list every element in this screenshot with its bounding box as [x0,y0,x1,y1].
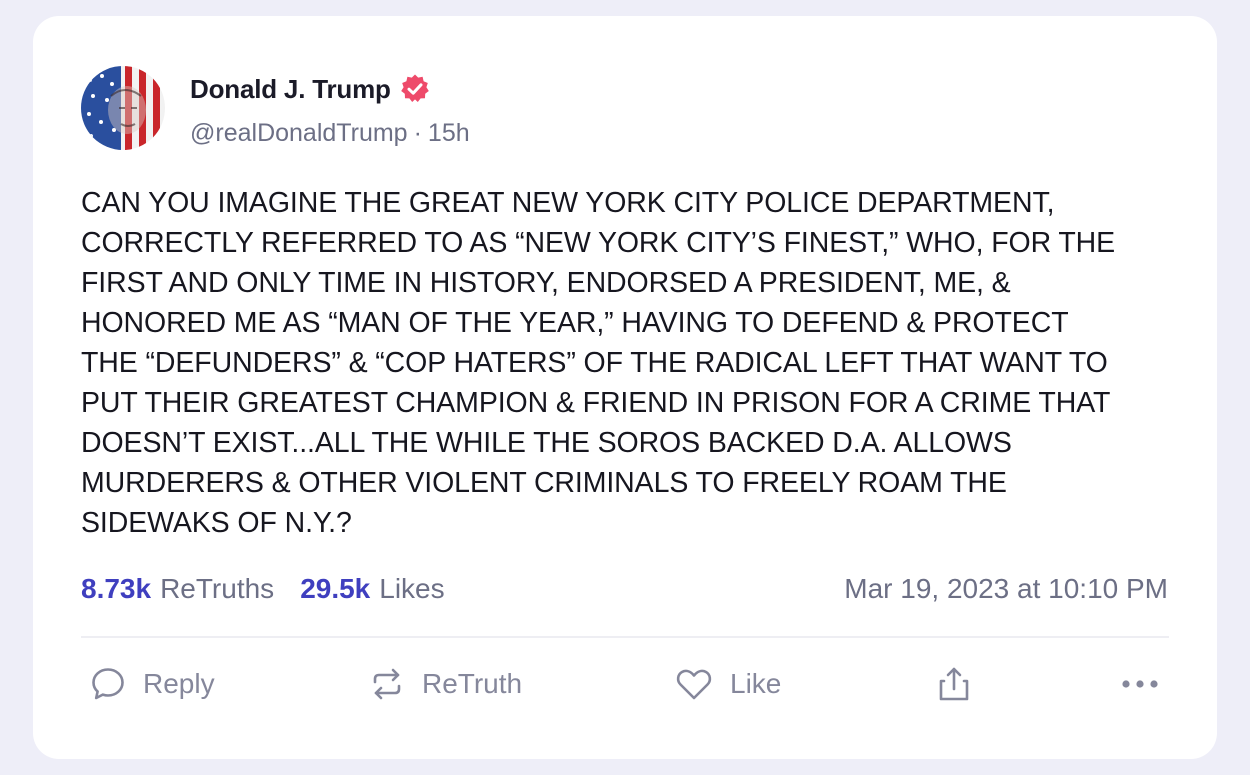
speech-bubble-icon [89,665,127,703]
post-stats: 8.73k ReTruths 29.5k Likes [81,571,445,607]
post-text-line: HONORED ME AS “MAN OF THE YEAR,” HAVING … [81,307,1069,339]
post-time-ago[interactable]: 15h [428,119,470,148]
post-text-line: THE “DEFUNDERS” & “COP HATERS” OF THE RA… [81,347,1108,379]
likes-count-value: 29.5k [300,573,371,604]
avatar-image [81,66,165,150]
post-body: CAN YOU IMAGINE THE GREAT NEW YORK CITY … [81,183,1191,543]
post-text-line: PUT THEIR GREATEST CHAMPION & FRIEND IN … [81,387,1111,419]
avatar[interactable] [81,66,165,150]
verified-badge-icon [399,73,431,105]
likes-count[interactable]: 29.5k Likes [300,573,444,605]
like-button[interactable]: Like [674,664,781,704]
post-timestamp[interactable]: Mar 19, 2023 at 10:10 PM [844,571,1168,607]
reply-label: Reply [143,668,215,699]
retruth-button[interactable]: ReTruth [368,664,522,704]
post-text-line: CAN YOU IMAGINE THE GREAT NEW YORK CITY … [81,187,1055,219]
separator-dot: · [413,118,422,147]
reply-button[interactable]: Reply [89,664,215,704]
heart-icon [674,665,714,703]
more-dots-icon [1120,678,1160,690]
post-text-line: CORRECTLY REFERRED TO AS “NEW YORK CITY’… [81,227,1116,259]
post-text-line: MURDERERS & OTHER VIOLENT CRIMINALS TO F… [81,467,1007,499]
divider [81,636,1169,638]
retruths-count-label: ReTruths [160,573,275,604]
author-name-row: Donald J. Trump [190,71,431,107]
like-label: Like [730,668,782,699]
post-text-line: DOESN’T EXIST...ALL THE WHILE THE SOROS … [81,427,1012,459]
author-handle[interactable]: @realDonaldTrump [190,119,408,148]
share-button[interactable] [935,664,973,704]
author-display-name[interactable]: Donald J. Trump [190,74,391,105]
repost-arrows-icon [368,665,406,703]
retruth-label: ReTruth [422,668,523,699]
post-text-line: FIRST AND ONLY TIME IN HISTORY, ENDORSED… [81,267,1011,299]
author-meta: @realDonaldTrump · 15h [190,116,470,150]
retruths-count-value: 8.73k [81,573,152,604]
likes-count-label: Likes [379,573,445,604]
retruths-count[interactable]: 8.73k ReTruths [81,573,274,605]
more-options-button[interactable] [1120,664,1160,704]
share-upload-icon [935,664,973,704]
post-text-line: SIDEWAKS OF N.Y.? [81,507,352,539]
post-card: Donald J. Trump @realDonaldTrump · 15h C… [33,16,1217,759]
